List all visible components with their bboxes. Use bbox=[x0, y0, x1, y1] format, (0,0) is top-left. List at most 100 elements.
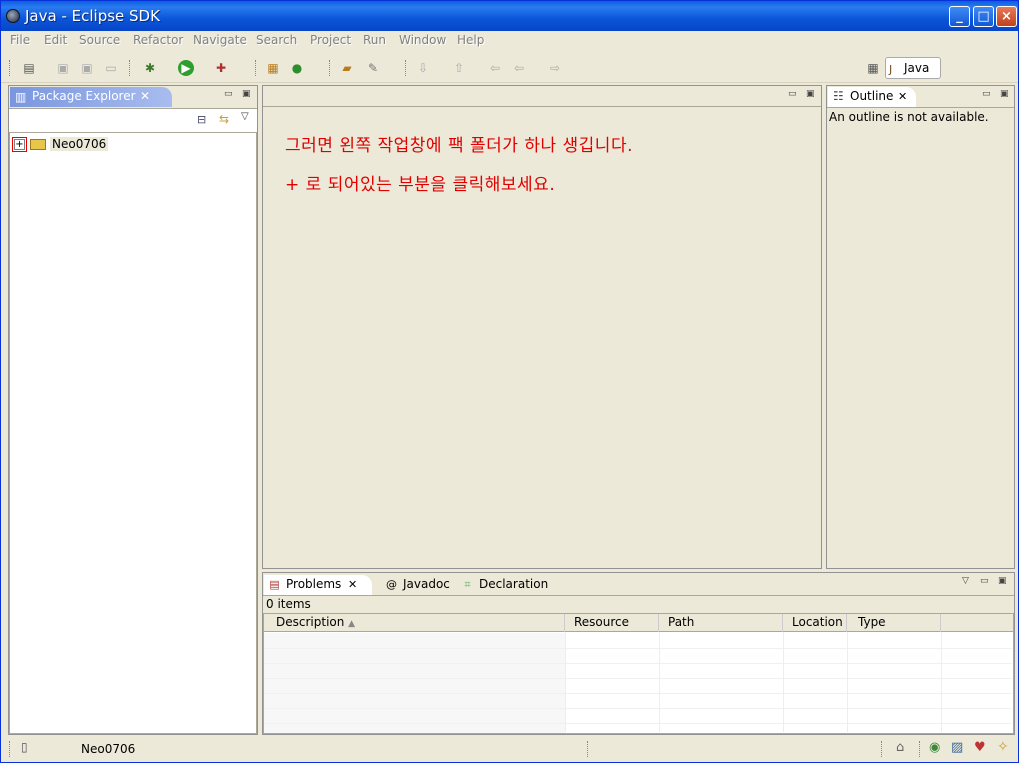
outline-body: An outline is not available. bbox=[827, 107, 1014, 568]
sort-ascending-icon: ▲ bbox=[348, 619, 356, 629]
declaration-icon: ⌗ bbox=[464, 578, 471, 591]
minimize-button[interactable]: _ bbox=[949, 6, 970, 27]
update-icon[interactable]: ◉ bbox=[929, 740, 940, 755]
tab-declaration[interactable]: ⌗ Declaration bbox=[457, 575, 548, 595]
column-description[interactable]: Description ▲ bbox=[264, 614, 565, 632]
maximize-view-icon[interactable]: ▣ bbox=[998, 576, 1007, 586]
menu-bar: File Edit Source Refactor Navigate Searc… bbox=[1, 31, 1018, 51]
menu-project[interactable]: Project bbox=[310, 33, 351, 47]
editor-body: 그러면 왼쪽 작업창에 팩 폴더가 하나 생깁니다. + 로 되어있는 부분을 … bbox=[263, 106, 821, 568]
close-tab-icon[interactable]: ✕ bbox=[140, 87, 150, 106]
save-icon[interactable]: ▣ bbox=[55, 60, 71, 76]
expand-toggle-icon[interactable]: + bbox=[12, 137, 27, 152]
minimize-view-icon[interactable]: ▭ bbox=[982, 89, 991, 99]
minimize-view-icon[interactable]: ▭ bbox=[980, 576, 989, 586]
grid-line bbox=[659, 632, 660, 732]
status-grip[interactable] bbox=[9, 741, 12, 757]
maximize-view-icon[interactable]: ▣ bbox=[242, 89, 251, 99]
menu-source[interactable]: Source bbox=[79, 33, 120, 47]
grid-line bbox=[265, 678, 1012, 679]
open-type-icon[interactable]: ▰ bbox=[339, 60, 355, 76]
new-package-icon[interactable]: ▦ bbox=[265, 60, 281, 76]
link-with-editor-icon[interactable]: ⇆ bbox=[219, 112, 229, 126]
eclipse-window: Java - Eclipse SDK _ □ × File Edit Sourc… bbox=[0, 0, 1019, 763]
status-grip[interactable] bbox=[919, 741, 922, 757]
minimize-view-icon[interactable]: ▭ bbox=[788, 89, 797, 99]
minimize-view-icon[interactable]: ▭ bbox=[224, 89, 233, 99]
run-icon[interactable]: ▶ bbox=[178, 60, 194, 76]
javadoc-icon: @ bbox=[386, 578, 397, 591]
close-tab-icon[interactable]: ✕ bbox=[898, 87, 907, 106]
problems-table: Description ▲ Resource Path Location Typ… bbox=[263, 613, 1014, 734]
tab-javadoc[interactable]: @ Javadoc bbox=[381, 575, 453, 595]
image-icon[interactable]: ▨ bbox=[951, 740, 963, 755]
toolbar-grip[interactable] bbox=[129, 60, 132, 76]
menu-file[interactable]: File bbox=[10, 33, 30, 47]
menu-refactor[interactable]: Refactor bbox=[133, 33, 183, 47]
grid-line bbox=[565, 632, 566, 732]
grid-line bbox=[941, 632, 942, 732]
problems-count: 0 items bbox=[263, 595, 1014, 613]
collapse-all-icon[interactable]: ⊟ bbox=[197, 113, 206, 126]
view-menu-icon[interactable]: ▽ bbox=[962, 576, 969, 586]
grid-line bbox=[265, 693, 1012, 694]
perspective-label: Java bbox=[904, 61, 930, 75]
toolbar-grip[interactable] bbox=[405, 60, 408, 76]
maximize-view-icon[interactable]: ▣ bbox=[1000, 89, 1009, 99]
maximize-view-icon[interactable]: ▣ bbox=[806, 89, 815, 99]
progress-icon[interactable]: ⌂ bbox=[896, 740, 904, 755]
last-edit-icon[interactable]: ⇦ bbox=[487, 60, 503, 76]
column-path[interactable]: Path bbox=[659, 614, 783, 632]
toolbar-grip[interactable] bbox=[329, 60, 332, 76]
heart-icon[interactable]: ♥ bbox=[974, 740, 986, 755]
editor-area: ▭ ▣ 그러면 왼쪽 작업창에 팩 폴더가 하나 생깁니다. + 로 되어있는 … bbox=[262, 85, 822, 569]
main-toolbar: ▤ ▣ ▣ ▭ ✱ ▶ ✚ ▦ ● ▰ ✎ ⇩ ⇧ ⇦ ⇦ ⇨ ▦ bbox=[1, 53, 1018, 83]
perspective-java-button[interactable]: J Java bbox=[885, 57, 941, 79]
column-type[interactable]: Type bbox=[847, 614, 941, 632]
tab-package-explorer[interactable]: ▥ Package Explorer ✕ bbox=[10, 87, 172, 107]
tab-problems[interactable]: ▤ Problems ✕ bbox=[264, 575, 372, 595]
menu-window[interactable]: Window bbox=[399, 33, 446, 47]
previous-annotation-icon[interactable]: ⇧ bbox=[451, 60, 467, 76]
view-menu-icon[interactable]: ▽ bbox=[241, 111, 249, 122]
search-icon[interactable]: ✎ bbox=[365, 60, 381, 76]
next-annotation-icon[interactable]: ⇩ bbox=[415, 60, 431, 76]
grid-line bbox=[847, 632, 848, 732]
print-icon[interactable]: ▭ bbox=[103, 60, 119, 76]
back-icon[interactable]: ⇦ bbox=[511, 60, 527, 76]
menu-navigate[interactable]: Navigate bbox=[193, 33, 247, 47]
problems-panel: ▤ Problems ✕ @ Javadoc ⌗ Declaration ▽ ▭… bbox=[262, 572, 1015, 735]
new-wizard-icon[interactable]: ▤ bbox=[21, 60, 37, 76]
save-all-icon[interactable]: ▣ bbox=[79, 60, 95, 76]
status-grip bbox=[587, 741, 590, 757]
tab-outline[interactable]: ☷ Outline ✕ bbox=[828, 87, 916, 107]
tab-label: Package Explorer bbox=[32, 89, 136, 103]
forward-icon[interactable]: ⇨ bbox=[547, 60, 563, 76]
close-button[interactable]: × bbox=[996, 6, 1017, 27]
menu-edit[interactable]: Edit bbox=[44, 33, 67, 47]
debug-icon[interactable]: ✱ bbox=[142, 60, 158, 76]
toolbar-grip[interactable] bbox=[255, 60, 258, 76]
fast-view-icon[interactable]: ▯ bbox=[21, 740, 28, 754]
menu-help[interactable]: Help bbox=[457, 33, 484, 47]
toolbar-grip[interactable] bbox=[9, 60, 12, 76]
title-bar[interactable]: Java - Eclipse SDK _ □ × bbox=[1, 1, 1018, 31]
view-tab-header: ▥ Package Explorer ✕ ▭ ▣ bbox=[9, 86, 257, 108]
close-tab-icon[interactable]: ✕ bbox=[348, 575, 357, 594]
grid-line bbox=[265, 663, 1012, 664]
status-grip[interactable] bbox=[881, 741, 884, 757]
tab-label: Outline bbox=[850, 89, 894, 103]
tab-label: Problems bbox=[286, 577, 342, 591]
new-class-icon[interactable]: ● bbox=[289, 60, 305, 76]
tip-star-icon[interactable]: ✧ bbox=[997, 739, 1009, 755]
open-perspective-icon[interactable]: ▦ bbox=[865, 60, 881, 76]
column-location[interactable]: Location bbox=[783, 614, 847, 632]
project-folder-icon bbox=[30, 139, 46, 150]
external-tools-icon[interactable]: ✚ bbox=[213, 60, 229, 76]
column-resource[interactable]: Resource bbox=[565, 614, 659, 632]
tree-item[interactable]: + Neo0706 bbox=[12, 136, 109, 152]
maximize-button[interactable]: □ bbox=[973, 6, 994, 27]
tab-label: Javadoc bbox=[403, 577, 450, 591]
menu-run[interactable]: Run bbox=[363, 33, 386, 47]
menu-search[interactable]: Search bbox=[256, 33, 297, 47]
